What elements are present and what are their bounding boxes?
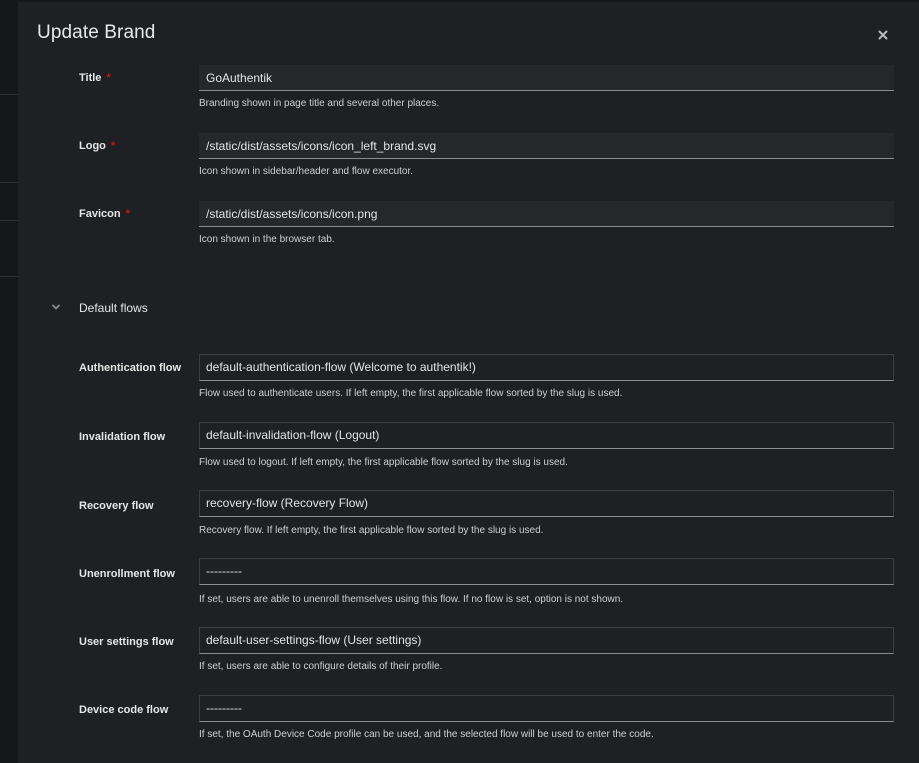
required-marker: * xyxy=(110,140,116,152)
favicon-input[interactable] xyxy=(199,201,894,227)
device-code-flow-label: Device code flow xyxy=(79,704,169,716)
modal-title: Update Brand xyxy=(37,22,156,43)
required-marker: * xyxy=(125,208,130,220)
title-input[interactable] xyxy=(199,65,894,91)
default-flows-title: Default flows xyxy=(79,301,148,315)
invalidation-flow-helper: Flow used to logout. If left empty, the … xyxy=(199,457,568,468)
invalidation-flow-label: Invalidation flow xyxy=(79,431,166,443)
default-flows-toggle[interactable]: Default flows xyxy=(48,300,348,320)
unenrollment-flow-helper: If set, users are able to unenroll thems… xyxy=(199,594,624,605)
chevron-down-icon xyxy=(52,304,60,310)
device-code-flow-select[interactable]: --------- xyxy=(199,695,894,722)
favicon-label-text: Favicon xyxy=(79,208,121,220)
logo-input[interactable] xyxy=(199,133,894,159)
authentication-flow-helper: Flow used to authenticate users. If left… xyxy=(199,388,623,399)
user-settings-flow-helper: If set, users are able to configure deta… xyxy=(199,661,443,672)
logo-label-text: Logo xyxy=(79,140,106,152)
recovery-flow-select[interactable]: recovery-flow (Recovery Flow) xyxy=(199,490,894,517)
title-label-text: Title xyxy=(79,72,102,84)
backdrop-divider xyxy=(0,276,18,277)
recovery-flow-helper: Recovery flow. If left empty, the first … xyxy=(199,525,544,536)
logo-label: Logo * xyxy=(79,140,115,152)
backdrop-divider xyxy=(0,220,18,221)
title-label: Title * xyxy=(79,72,111,84)
backdrop-divider xyxy=(0,182,18,183)
title-helper-text: Branding shown in page title and several… xyxy=(199,98,440,109)
invalidation-flow-select[interactable]: default-invalidation-flow (Logout) xyxy=(199,422,894,449)
update-brand-modal: Update Brand Title * Branding shown in pa… xyxy=(18,2,919,763)
logo-helper-text: Icon shown in sidebar/header and flow ex… xyxy=(199,166,414,177)
user-settings-flow-select[interactable]: default-user-settings-flow (User setting… xyxy=(199,627,894,654)
device-code-flow-helper: If set, the OAuth Device Code profile ca… xyxy=(199,729,654,740)
favicon-label: Favicon * xyxy=(79,208,130,220)
unenrollment-flow-select[interactable]: --------- xyxy=(199,558,894,585)
user-settings-flow-label: User settings flow xyxy=(79,636,174,648)
unenrollment-flow-label: Unenrollment flow xyxy=(79,568,175,580)
authentication-flow-label: Authentication flow xyxy=(79,362,182,374)
close-icon xyxy=(878,30,888,40)
recovery-flow-label: Recovery flow xyxy=(79,500,154,512)
favicon-helper-text: Icon shown in the browser tab. xyxy=(199,234,335,245)
backdrop-divider xyxy=(0,94,18,95)
close-button[interactable] xyxy=(874,26,892,44)
required-marker: * xyxy=(106,72,111,84)
authentication-flow-select[interactable]: default-authentication-flow (Welcome to … xyxy=(199,354,894,381)
